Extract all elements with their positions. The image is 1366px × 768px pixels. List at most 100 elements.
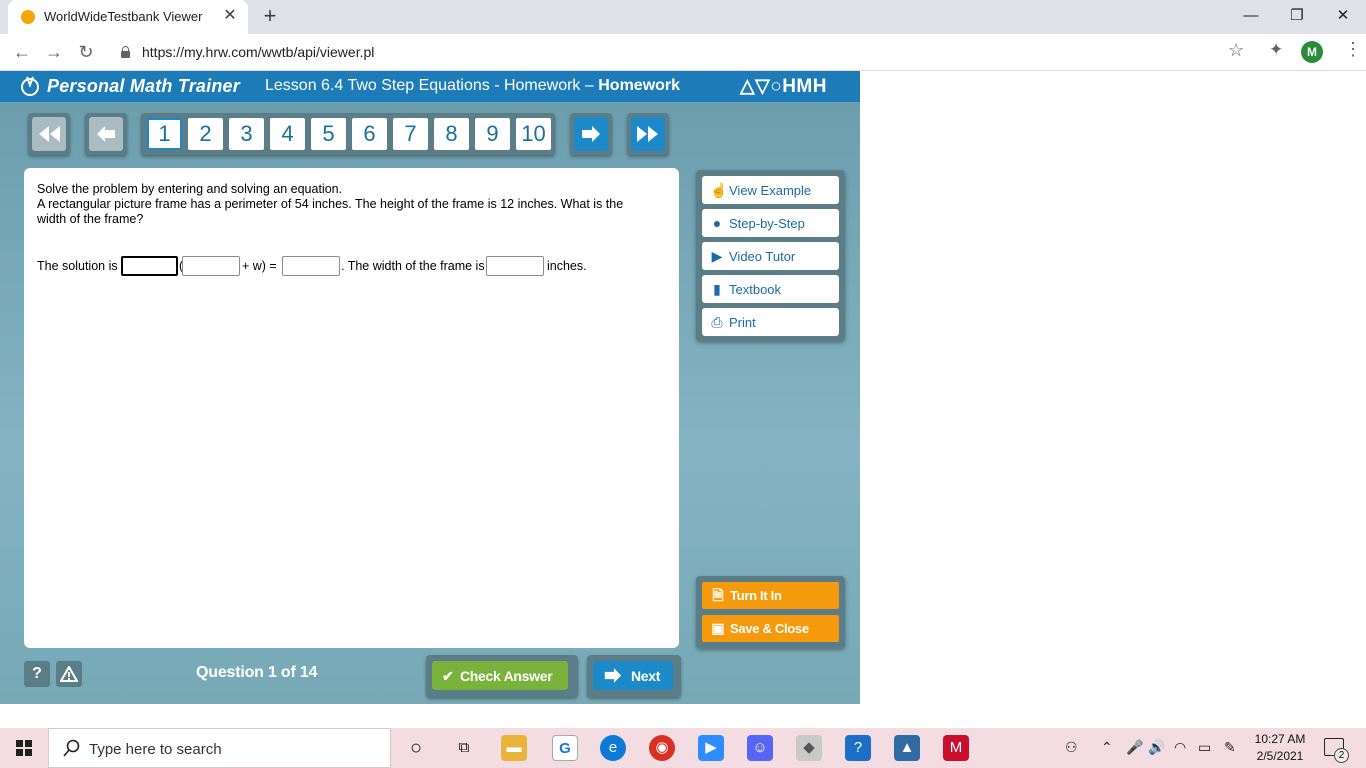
- pen-icon[interactable]: ✎: [1224, 739, 1236, 756]
- system-clock[interactable]: 10:27 AM 2/5/2021: [1252, 731, 1308, 765]
- width-input[interactable]: [486, 256, 544, 276]
- coefficient-input[interactable]: [121, 256, 178, 276]
- search-placeholder: Type here to search: [89, 741, 222, 758]
- clock-date: 2/5/2021: [1256, 749, 1304, 763]
- step-by-step-button[interactable]: ● Step-by-Step: [702, 209, 839, 237]
- check-answer-label: Check Answer: [460, 668, 553, 684]
- chrome-icon[interactable]: ◉: [649, 735, 675, 761]
- extensions-icon[interactable]: ✦: [1269, 40, 1283, 60]
- question-number-3[interactable]: 3: [229, 118, 264, 150]
- edge-icon[interactable]: e: [600, 735, 626, 761]
- people-icon[interactable]: ⚇: [1065, 739, 1078, 756]
- taskbar-search[interactable]: Type here to search: [48, 728, 391, 768]
- question-problem: A rectangular picture frame has a perime…: [37, 197, 624, 226]
- first-icon: [32, 117, 66, 151]
- question-number-6[interactable]: 6: [352, 118, 387, 150]
- perimeter-input[interactable]: [282, 256, 340, 276]
- textbook-button[interactable]: ▮ Textbook: [702, 275, 839, 303]
- print-button[interactable]: ⎙ Print: [702, 308, 839, 336]
- cortana-icon[interactable]: ○: [403, 735, 429, 761]
- first-question-button[interactable]: [28, 113, 70, 155]
- reload-icon[interactable]: ↻: [73, 39, 99, 65]
- chevron-up-icon[interactable]: ⌃: [1101, 739, 1113, 756]
- question-text: Solve the problem by entering and solvin…: [37, 182, 637, 227]
- close-tab-icon[interactable]: ✕: [220, 6, 240, 26]
- textbook-label: Textbook: [729, 282, 782, 297]
- favicon-icon: [21, 10, 35, 24]
- alert-button[interactable]: [56, 661, 82, 687]
- question-number-1[interactable]: 1: [147, 118, 182, 150]
- address-bar[interactable]: https://my.hrw.com/wwtb/api/viewer.pl: [108, 38, 1268, 67]
- last-question-button[interactable]: [627, 113, 669, 155]
- photos-icon[interactable]: ▲: [894, 735, 920, 761]
- windows-icon: [16, 740, 32, 756]
- next-arrow-icon: [574, 117, 608, 151]
- view-example-label: View Example: [729, 183, 812, 198]
- video-tutor-button[interactable]: ▶ Video Tutor: [702, 242, 839, 270]
- units-text: inches.: [547, 259, 587, 273]
- help-app-icon[interactable]: ?: [845, 735, 871, 761]
- microphone-icon[interactable]: 🎤: [1126, 739, 1143, 756]
- back-icon[interactable]: ←: [9, 39, 35, 65]
- next-wrap: Next: [587, 655, 681, 697]
- checkmark-icon: ✔: [442, 668, 454, 684]
- google-icon[interactable]: G: [552, 735, 578, 761]
- help-button[interactable]: ?: [24, 661, 50, 687]
- last-icon: [631, 117, 665, 151]
- turn-it-in-button[interactable]: 🗎 Turn It In: [702, 582, 839, 609]
- restore-icon[interactable]: ❐: [1274, 2, 1320, 30]
- lesson-title: Lesson 6.4 Two Step Equations - Homework…: [265, 77, 681, 94]
- profile-avatar[interactable]: M: [1301, 41, 1323, 63]
- hand-pointer-icon: ☝: [710, 182, 728, 198]
- mcafee-icon[interactable]: M: [943, 735, 969, 761]
- question-instruction: Solve the problem by entering and solvin…: [37, 182, 343, 196]
- task-view-icon[interactable]: ⧉: [451, 735, 477, 761]
- help-tools-panel: ☝ View Example ● Step-by-Step ▶ Video Tu…: [696, 170, 845, 341]
- file-explorer-icon[interactable]: ▬: [501, 735, 527, 761]
- close-window-icon[interactable]: ✕: [1320, 2, 1366, 30]
- previous-question-button[interactable]: [85, 113, 127, 155]
- question-number-5[interactable]: 5: [311, 118, 346, 150]
- tab-strip: WorldWideTestbank Viewer ✕ + — ❐ ✕: [0, 0, 1366, 34]
- bookmark-star-icon[interactable]: ☆: [1228, 40, 1244, 61]
- width-prefix: . The width of the frame is: [341, 259, 485, 273]
- printer-icon: ⎙: [711, 314, 723, 330]
- browser-tab[interactable]: WorldWideTestbank Viewer ✕: [8, 0, 248, 34]
- check-answer-button[interactable]: ✔ Check Answer: [432, 661, 568, 690]
- wifi-icon[interactable]: ◠: [1174, 739, 1186, 756]
- zoom-icon[interactable]: ▶: [698, 735, 724, 761]
- browser-toolbar: ← → ↻ https://my.hrw.com/wwtb/api/viewer…: [0, 34, 1366, 71]
- print-label: Print: [729, 315, 756, 330]
- browser-menu-icon[interactable]: ⋮: [1344, 39, 1362, 60]
- forward-icon[interactable]: →: [41, 39, 67, 65]
- discord-icon[interactable]: ☺: [747, 735, 773, 761]
- question-number-9[interactable]: 9: [475, 118, 510, 150]
- question-number-bar: 1 2 3 4 5 6 7 8 9 10: [141, 113, 555, 155]
- start-button[interactable]: [0, 728, 48, 768]
- view-example-button[interactable]: ☝ View Example: [702, 176, 839, 204]
- hmh-logo: △▽○HMH: [740, 76, 827, 97]
- next-button[interactable]: Next: [593, 661, 673, 690]
- plus-w-text: + w) =: [242, 259, 277, 273]
- new-tab-icon[interactable]: +: [258, 5, 282, 29]
- roblox-icon[interactable]: ◆: [796, 735, 822, 761]
- next-question-button[interactable]: [570, 113, 612, 155]
- solution-prefix: The solution is: [37, 259, 118, 273]
- question-number-2[interactable]: 2: [188, 118, 223, 150]
- app-header: Personal Math Trainer Lesson 6.4 Two Ste…: [0, 71, 860, 102]
- viewer-app: Personal Math Trainer Lesson 6.4 Two Ste…: [0, 71, 860, 704]
- save-close-button[interactable]: ▣ Save & Close: [702, 615, 839, 642]
- height-input[interactable]: [182, 256, 240, 276]
- turn-it-in-label: Turn It In: [730, 588, 782, 603]
- minimize-icon[interactable]: —: [1228, 2, 1274, 30]
- step-by-step-label: Step-by-Step: [729, 216, 805, 231]
- question-number-7[interactable]: 7: [393, 118, 428, 150]
- pmt-logo-icon: [21, 76, 39, 96]
- question-card: Solve the problem by entering and solvin…: [24, 168, 679, 648]
- turn-in-icon: 🗎: [712, 587, 724, 603]
- question-number-10[interactable]: 10: [516, 118, 551, 150]
- question-number-4[interactable]: 4: [270, 118, 305, 150]
- question-number-8[interactable]: 8: [434, 118, 469, 150]
- battery-icon[interactable]: ▭: [1198, 739, 1211, 756]
- volume-icon[interactable]: 🔊: [1148, 739, 1165, 756]
